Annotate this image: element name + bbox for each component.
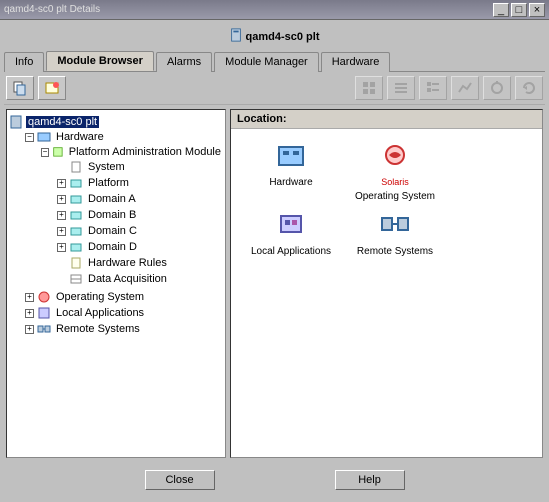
host-icon bbox=[9, 115, 23, 129]
tree-root-label: qamd4-sc0 plt bbox=[26, 116, 99, 128]
grid-item-hardware[interactable]: Hardware bbox=[243, 141, 339, 188]
tab-alarms[interactable]: Alarms bbox=[156, 52, 212, 72]
footer: Close Help bbox=[4, 462, 545, 498]
expand-icon[interactable]: + bbox=[57, 211, 66, 220]
tab-module-browser[interactable]: Module Browser bbox=[46, 51, 154, 71]
detail-pane: Location: Hardware Solaris Operating Sys… bbox=[230, 109, 543, 458]
tree-domain-a-node[interactable]: +Domain A bbox=[57, 192, 223, 206]
hardware-icon bbox=[37, 130, 51, 144]
tree-hardware-node[interactable]: − Hardware bbox=[25, 130, 223, 144]
domain-icon bbox=[69, 192, 83, 206]
expand-icon[interactable]: + bbox=[25, 309, 34, 318]
grid-item-local-apps[interactable]: Local Applications bbox=[243, 210, 339, 257]
tab-info[interactable]: Info bbox=[4, 52, 44, 72]
tree-domain-b-node[interactable]: +Domain B bbox=[57, 208, 223, 222]
view-icons-button[interactable] bbox=[355, 76, 383, 100]
remote-icon bbox=[37, 322, 51, 336]
domain-icon bbox=[69, 208, 83, 222]
expand-icon[interactable]: + bbox=[25, 293, 34, 302]
os-brand-label: Solaris bbox=[381, 177, 409, 187]
tree-root-node[interactable]: qamd4-sc0 plt bbox=[9, 115, 223, 129]
view-detail-button[interactable] bbox=[419, 76, 447, 100]
tree-local-apps-node[interactable]: +Local Applications bbox=[25, 306, 223, 320]
tree-domain-c-node[interactable]: +Domain C bbox=[57, 224, 223, 238]
collapse-icon[interactable]: − bbox=[25, 133, 34, 142]
tree-hardware-rules-node[interactable]: Hardware Rules bbox=[57, 256, 223, 270]
content-area: qamd4-sc0 plt − Hardware bbox=[4, 105, 545, 462]
os-icon bbox=[379, 141, 411, 173]
tab-bar: Info Module Browser Alarms Module Manage… bbox=[4, 51, 545, 72]
expand-icon[interactable]: + bbox=[57, 243, 66, 252]
minimize-button[interactable]: _ bbox=[493, 3, 509, 17]
close-button[interactable]: Close bbox=[145, 470, 215, 490]
domain-icon bbox=[69, 224, 83, 238]
module-icon bbox=[52, 145, 64, 159]
system-icon bbox=[69, 160, 83, 174]
expand-icon[interactable]: + bbox=[57, 227, 66, 236]
expand-icon[interactable]: + bbox=[57, 195, 66, 204]
view-list-button[interactable] bbox=[387, 76, 415, 100]
tree-remote-node[interactable]: +Remote Systems bbox=[25, 322, 223, 336]
tree-platform-node[interactable]: +Platform bbox=[57, 176, 223, 190]
os-icon bbox=[37, 290, 51, 304]
apps-icon bbox=[275, 210, 307, 242]
host-icon bbox=[230, 28, 242, 45]
help-button[interactable]: Help bbox=[335, 470, 405, 490]
tab-module-manager[interactable]: Module Manager bbox=[214, 52, 319, 72]
tree-domain-d-node[interactable]: +Domain D bbox=[57, 240, 223, 254]
tree-system-node[interactable]: System bbox=[57, 160, 223, 174]
icon-grid: Hardware Solaris Operating System Local … bbox=[231, 129, 542, 269]
location-label: Location: bbox=[231, 110, 542, 129]
remote-icon bbox=[379, 210, 411, 242]
titlebar: qamd4-sc0 plt Details _ □ × bbox=[0, 0, 549, 20]
expand-icon[interactable]: + bbox=[25, 325, 34, 334]
tree-pane[interactable]: qamd4-sc0 plt − Hardware bbox=[6, 109, 226, 458]
tree-data-acquisition-node[interactable]: Data Acquisition bbox=[57, 272, 223, 286]
refresh-button[interactable] bbox=[515, 76, 543, 100]
app-body: qamd4-sc0 plt Info Module Browser Alarms… bbox=[0, 20, 549, 502]
properties-button[interactable] bbox=[483, 76, 511, 100]
apps-icon bbox=[37, 306, 51, 320]
view-graph-button[interactable] bbox=[451, 76, 479, 100]
tree-platform-admin-node[interactable]: − Platform Administration Module bbox=[41, 145, 223, 159]
window-title: qamd4-sc0 plt Details bbox=[4, 4, 491, 15]
grid-item-os[interactable]: Solaris Operating System bbox=[347, 141, 443, 202]
grid-item-remote[interactable]: Remote Systems bbox=[347, 210, 443, 257]
expand-icon[interactable]: + bbox=[57, 179, 66, 188]
hardware-icon bbox=[275, 141, 307, 173]
collapse-icon[interactable]: − bbox=[41, 148, 49, 157]
data-icon bbox=[69, 272, 83, 286]
domain-icon bbox=[69, 176, 83, 190]
toolbar-button-2[interactable] bbox=[38, 76, 66, 100]
tab-hardware[interactable]: Hardware bbox=[321, 52, 391, 72]
app-title-row: qamd4-sc0 plt bbox=[4, 24, 545, 51]
app-title: qamd4-sc0 plt bbox=[246, 31, 320, 43]
tree-os-node[interactable]: +Operating System bbox=[25, 290, 223, 304]
close-window-button[interactable]: × bbox=[529, 3, 545, 17]
rules-icon bbox=[69, 256, 83, 270]
toolbar-button-1[interactable] bbox=[6, 76, 34, 100]
maximize-button[interactable]: □ bbox=[511, 3, 527, 17]
toolbar bbox=[4, 72, 545, 105]
domain-icon bbox=[69, 240, 83, 254]
